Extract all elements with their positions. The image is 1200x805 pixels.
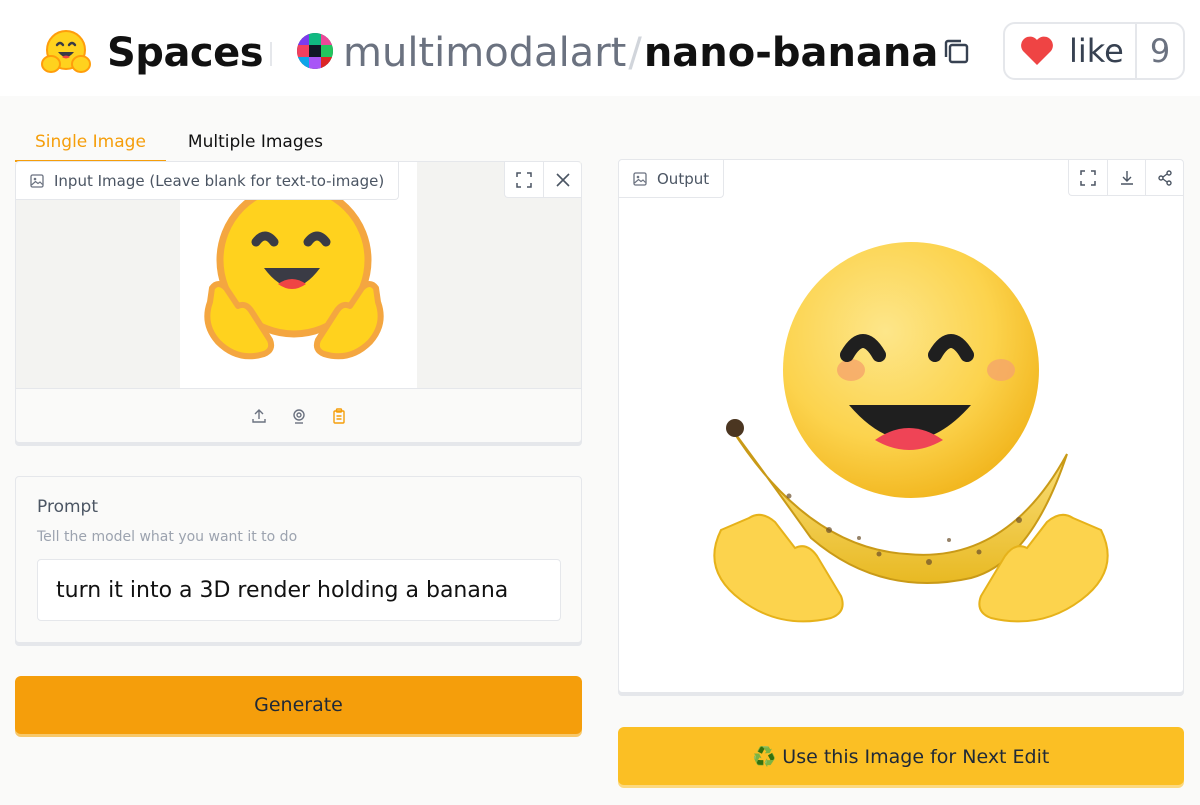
upload-icon	[251, 408, 266, 423]
input-image-toolbar	[504, 162, 581, 198]
webcam-source-button[interactable]	[288, 405, 310, 427]
prompt-label: Prompt	[37, 497, 98, 517]
share-button[interactable]	[1145, 160, 1183, 196]
output-label-text: Output	[657, 169, 710, 188]
next-edit-label: Use this Image for Next Edit	[782, 745, 1050, 768]
clipboard-icon	[332, 407, 345, 424]
use-image-for-next-edit-button[interactable]: ♻️ Use this Image for Next Edit	[618, 727, 1184, 785]
download-button[interactable]	[1107, 160, 1145, 196]
input-image-label-text: Input Image (Leave blank for text-to-ima…	[54, 171, 385, 190]
tab-single-image[interactable]: Single Image	[15, 124, 166, 162]
fullscreen-icon	[1080, 170, 1096, 186]
clipboard-source-button[interactable]	[328, 405, 350, 427]
tab-multiple-images[interactable]: Multiple Images	[166, 124, 343, 162]
prompt-panel: Prompt Tell the model what you want it t…	[15, 476, 582, 643]
prompt-input[interactable]	[37, 559, 561, 621]
hugging-face-logo-icon[interactable]	[40, 28, 92, 76]
repo-name-link[interactable]: nano-banana	[644, 30, 939, 76]
repo-path: multimodalart/nano-banana	[343, 26, 938, 80]
image-mode-tabs: Single Image Multiple Images	[15, 124, 343, 162]
output-toolbar	[1068, 160, 1183, 196]
webcam-icon	[292, 408, 305, 424]
close-icon	[555, 173, 570, 187]
clear-image-button[interactable]	[543, 162, 581, 198]
repo-owner-link[interactable]: multimodalart	[343, 30, 626, 76]
output-label: Output	[619, 160, 725, 198]
like-count[interactable]: 9	[1137, 32, 1183, 70]
output-image-3d-banana-emoji[interactable]	[679, 200, 1129, 670]
recycle-icon: ♻️	[752, 745, 777, 768]
fullscreen-button[interactable]	[1069, 160, 1107, 196]
fullscreen-icon	[516, 172, 532, 188]
share-icon	[1157, 170, 1172, 186]
header-divider	[270, 42, 272, 66]
copy-icon[interactable]	[940, 35, 974, 69]
spaces-brand[interactable]: Spaces	[107, 28, 264, 78]
input-image-label: Input Image (Leave blank for text-to-ima…	[16, 162, 400, 200]
like-label: like	[1069, 32, 1124, 70]
image-icon	[633, 171, 647, 186]
fullscreen-button[interactable]	[505, 162, 543, 198]
prompt-info-text: Tell the model what you want it to do	[37, 529, 298, 545]
upload-source-button[interactable]	[248, 405, 270, 427]
owner-avatar[interactable]	[297, 33, 333, 69]
input-image-panel: Input Image (Leave blank for text-to-ima…	[15, 161, 582, 443]
like-widget: like 9	[1003, 22, 1185, 80]
repo-separator: /	[628, 30, 642, 76]
heart-icon	[1021, 36, 1053, 65]
space-header: Spaces multimodalart/nano-banana like 9	[0, 0, 1200, 96]
download-icon	[1120, 171, 1133, 185]
image-icon	[30, 173, 44, 188]
generate-button[interactable]: Generate	[15, 676, 582, 734]
image-source-bar	[16, 388, 581, 442]
like-button[interactable]: like	[1005, 24, 1137, 78]
output-image-panel: Output	[618, 159, 1184, 693]
